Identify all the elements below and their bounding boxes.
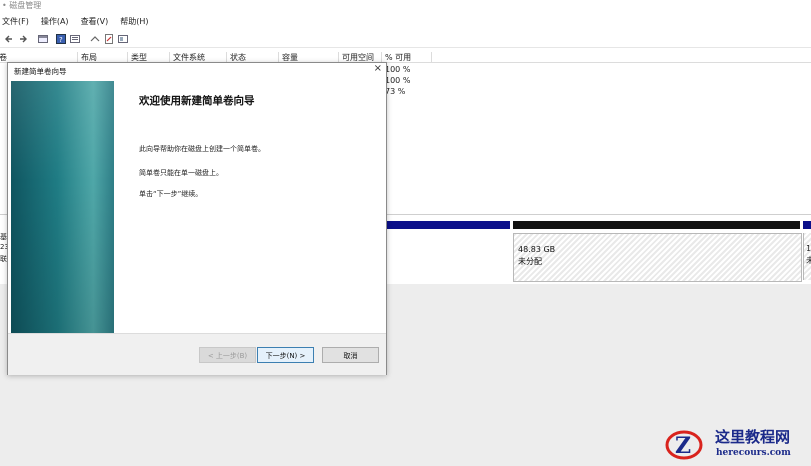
disk-label-online: 联 [0,255,7,263]
menu-bar: 文件(F) 操作(A) 查看(V) 帮助(H) [0,14,811,28]
unallocated-region[interactable]: 48.83 GB 未分配 [513,233,802,282]
close-icon[interactable]: × [374,63,382,74]
partition-header-bar-edge [803,221,811,229]
partition-header-bar [385,221,510,229]
back-button[interactable]: < 上一步(B) [199,347,256,363]
wizard-footer: < 上一步(B) 下一步(N) > 取消 [8,333,386,375]
properties-icon[interactable] [70,34,80,44]
new-simple-volume-wizard: 新建简单卷向导 × 欢迎使用新建简单卷向导 此向导帮助你在磁盘上创建一个简单卷。… [7,62,387,375]
partition-region-edge[interactable]: 1 未 [803,233,811,280]
menu-view[interactable]: 查看(V) [81,16,109,27]
unallocated-header-bar [513,221,800,229]
disk-label-basic: 基 [0,233,7,241]
console-tree-icon[interactable] [38,34,48,44]
column-type[interactable]: 类型 [127,52,147,62]
forward-arrow-icon[interactable] [18,34,28,44]
column-free-space[interactable]: 可用空间 [338,52,374,62]
column-percent-free[interactable]: % 可用 [381,52,433,62]
help-icon[interactable]: ? [56,33,66,44]
back-arrow-icon[interactable] [4,34,14,44]
site-name: 这里教程网 [715,428,791,446]
menu-file[interactable]: 文件(F) [2,16,29,27]
connect-icon[interactable] [90,34,100,44]
column-layout[interactable]: 布局 [77,52,97,62]
site-logo-icon: Z [664,424,704,464]
disk-view-icon[interactable] [118,34,128,44]
column-capacity[interactable]: 容量 [278,52,298,62]
window-titlebar: • 磁盘管理 [0,0,811,13]
wizard-description: 此向导帮助你在磁盘上创建一个简单卷。 [139,145,265,153]
column-filesystem[interactable]: 文件系统 [169,52,205,62]
site-url: herecours.com [716,448,791,458]
svg-text:?: ? [59,36,63,44]
wizard-title: 新建简单卷向导 [14,67,67,76]
wizard-instruction: 单击“下一步”继续。 [139,190,203,198]
wizard-heading: 欢迎使用新建简单卷向导 [139,95,255,107]
svg-text:Z: Z [675,433,691,459]
wizard-note: 简单卷只能在单一磁盘上。 [139,169,223,177]
cancel-button[interactable]: 取消 [322,347,379,363]
volume-row-1-percent-free: 100 % [385,65,411,74]
volume-row-3-percent-free: 73 % [385,87,406,96]
wizard-side-banner [11,81,114,333]
window-title: • 磁盘管理 [2,1,42,10]
next-button[interactable]: 下一步(N) > [257,347,314,363]
menu-help[interactable]: 帮助(H) [120,16,148,27]
toolbar: ? [0,30,811,48]
unallocated-size: 48.83 GB [518,245,556,254]
edit-icon[interactable] [104,33,114,44]
column-volume[interactable]: 卷 [0,52,7,62]
volume-row-2-percent-free: 100 % [385,76,411,85]
menu-action[interactable]: 操作(A) [41,16,69,27]
unallocated-status: 未分配 [518,257,542,266]
column-status[interactable]: 状态 [226,52,246,62]
